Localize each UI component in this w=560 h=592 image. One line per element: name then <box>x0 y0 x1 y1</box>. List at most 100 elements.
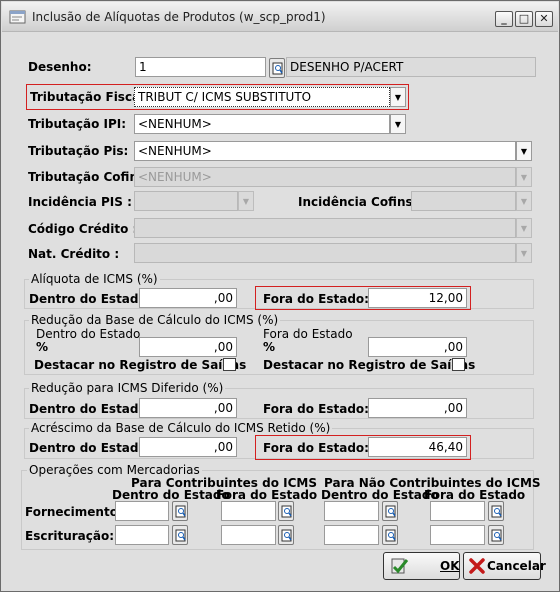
lookup-icon <box>281 505 292 518</box>
cod-credito-select <box>134 218 516 238</box>
chevron-down-icon: ▼ <box>242 197 250 206</box>
dif-fora-label: Fora do Estado: <box>263 402 369 416</box>
trib-cofins-select: <NENHUM> <box>134 167 516 187</box>
ok-label: OK <box>440 559 460 573</box>
escr-contrib-dentro-input[interactable] <box>115 525 169 545</box>
escr-contrib-fora-lookup-button[interactable] <box>278 525 294 545</box>
fornecimento-label: Fornecimento: <box>25 505 123 519</box>
operacoes-title: Operações com Mercadorias <box>27 463 202 477</box>
desenho-lookup-button[interactable] <box>269 58 285 78</box>
forn-contrib-dentro-input[interactable] <box>115 501 169 521</box>
minimize-button[interactable]: _ <box>495 11 513 27</box>
cancel-button[interactable]: Cancelar <box>463 552 546 580</box>
desenho-description: DESENHO P/ACERT <box>286 57 536 77</box>
lookup-icon <box>175 529 186 542</box>
red-diferido-title: Redução para ICMS Diferido (%) <box>29 381 226 395</box>
escr-nao-contrib-dentro-input[interactable] <box>324 525 379 545</box>
ok-button[interactable]: OK <box>383 552 460 580</box>
forn-nao-contrib-fora-lookup-button[interactable] <box>488 501 504 521</box>
nao-contrib-fora-heading: Fora do Estado <box>424 488 526 502</box>
escrituracao-label: Escrituração: <box>25 529 115 543</box>
escr-contrib-dentro-lookup-button[interactable] <box>172 525 188 545</box>
acr-dentro-input[interactable]: ,00 <box>139 437 237 457</box>
nao-contrib-dentro-heading: Dentro do Estado <box>321 488 439 502</box>
red-fora-destacar-checkbox[interactable] <box>452 358 465 371</box>
incid-pis-label: Incidência PIS : <box>28 195 132 209</box>
aliq-fora-label: Fora do Estado: <box>263 292 369 306</box>
red-dentro-destacar-label: Destacar no Registro de Saídas <box>34 358 247 372</box>
escr-nao-contrib-fora-input[interactable] <box>430 525 485 545</box>
desenho-code-input[interactable]: 1 <box>135 57 266 77</box>
red-fora-destacar-label: Destacar no Registro de Saídas <box>263 358 476 372</box>
aliq-icms-title: Alíquota de ICMS (%) <box>29 272 160 286</box>
lookup-icon <box>272 62 283 75</box>
red-dentro-pct: % <box>36 340 49 354</box>
aliq-fora-input[interactable]: 12,00 <box>368 288 467 308</box>
acr-fora-input[interactable]: 46,40 <box>368 437 467 457</box>
red-fora-heading: Fora do Estado <box>263 327 353 341</box>
dif-fora-input[interactable]: ,00 <box>368 398 467 418</box>
forn-nao-contrib-dentro-lookup-button[interactable] <box>382 501 398 521</box>
escr-nao-contrib-dentro-lookup-button[interactable] <box>382 525 398 545</box>
aliq-dentro-label: Dentro do Estado: <box>29 292 152 306</box>
escr-contrib-fora-input[interactable] <box>221 525 276 545</box>
window: Inclusão de Alíquotas de Produtos (w_scp… <box>0 0 560 592</box>
trib-ipi-dropdown[interactable]: ▼ <box>390 114 406 134</box>
red-fora-pct: % <box>263 340 276 354</box>
red-fora-input[interactable]: ,00 <box>368 337 467 357</box>
acrescimo-title: Acréscimo da Base de Cálculo do ICMS Ret… <box>29 421 333 435</box>
incid-pis-select <box>134 191 238 211</box>
escr-nao-contrib-fora-lookup-button[interactable] <box>488 525 504 545</box>
trib-ipi-select[interactable]: <NENHUM> <box>134 114 390 134</box>
close-button[interactable]: ✕ <box>535 11 553 27</box>
lookup-icon <box>491 529 502 542</box>
forn-contrib-fora-lookup-button[interactable] <box>278 501 294 521</box>
contrib-dentro-heading: Dentro do Estado <box>112 488 230 502</box>
red-dentro-destacar-checkbox[interactable] <box>223 358 236 371</box>
check-icon <box>391 558 409 574</box>
chevron-down-icon: ▼ <box>394 120 402 129</box>
trib-cofins-dropdown: ▼ <box>516 167 532 187</box>
chevron-down-icon: ▼ <box>520 197 528 206</box>
lookup-icon <box>175 505 186 518</box>
forn-contrib-fora-input[interactable] <box>221 501 276 521</box>
forn-nao-contrib-fora-input[interactable] <box>430 501 485 521</box>
incid-cofins-dropdown: ▼ <box>516 191 532 211</box>
cod-credito-dropdown: ▼ <box>516 218 532 238</box>
window-title: Inclusão de Alíquotas de Produtos (w_scp… <box>32 10 326 24</box>
desenho-label: Desenho: <box>28 60 92 74</box>
lookup-icon <box>385 505 396 518</box>
trib-pis-dropdown[interactable]: ▼ <box>516 141 532 161</box>
trib-fiscal-dropdown[interactable]: ▼ <box>390 87 406 107</box>
forn-nao-contrib-dentro-input[interactable] <box>324 501 379 521</box>
lookup-icon <box>491 505 502 518</box>
chevron-down-icon: ▼ <box>394 93 402 102</box>
maximize-button[interactable]: □ <box>515 11 533 27</box>
dif-dentro-input[interactable]: ,00 <box>139 398 237 418</box>
nat-credito-label: Nat. Crédito : <box>28 247 120 261</box>
forn-contrib-dentro-lookup-button[interactable] <box>172 501 188 521</box>
app-icon <box>9 10 26 24</box>
chevron-down-icon: ▼ <box>520 173 528 182</box>
acr-fora-label: Fora do Estado: <box>263 441 369 455</box>
chevron-down-icon: ▼ <box>520 147 528 156</box>
cancel-label: Cancelar <box>487 559 546 573</box>
title-bar: Inclusão de Alíquotas de Produtos (w_scp… <box>2 2 558 32</box>
trib-cofins-label: Tributação Cofins: <box>28 170 150 184</box>
nat-credito-dropdown: ▼ <box>516 243 532 263</box>
red-base-title: Redução da Base de Cálculo do ICMS (%) <box>29 313 281 327</box>
incid-cofins-label: Incidência Cofins : <box>298 195 422 209</box>
trib-fiscal-select[interactable]: TRIBUT C/ ICMS SUBSTITUTO <box>134 87 390 107</box>
contrib-fora-heading: Fora do Estado <box>216 488 318 502</box>
incid-cofins-select <box>411 191 516 211</box>
cancel-icon <box>469 558 485 574</box>
dif-dentro-label: Dentro do Estado: <box>29 402 152 416</box>
aliq-dentro-input[interactable]: ,00 <box>139 288 237 308</box>
cod-credito-label: Código Crédito : <box>28 222 138 236</box>
trib-pis-select[interactable]: <NENHUM> <box>134 141 516 161</box>
chevron-down-icon: ▼ <box>520 224 528 233</box>
lookup-icon <box>385 529 396 542</box>
acr-dentro-label: Dentro do Estado: <box>29 441 152 455</box>
trib-ipi-label: Tributação IPI: <box>28 117 127 131</box>
red-dentro-input[interactable]: ,00 <box>139 337 237 357</box>
